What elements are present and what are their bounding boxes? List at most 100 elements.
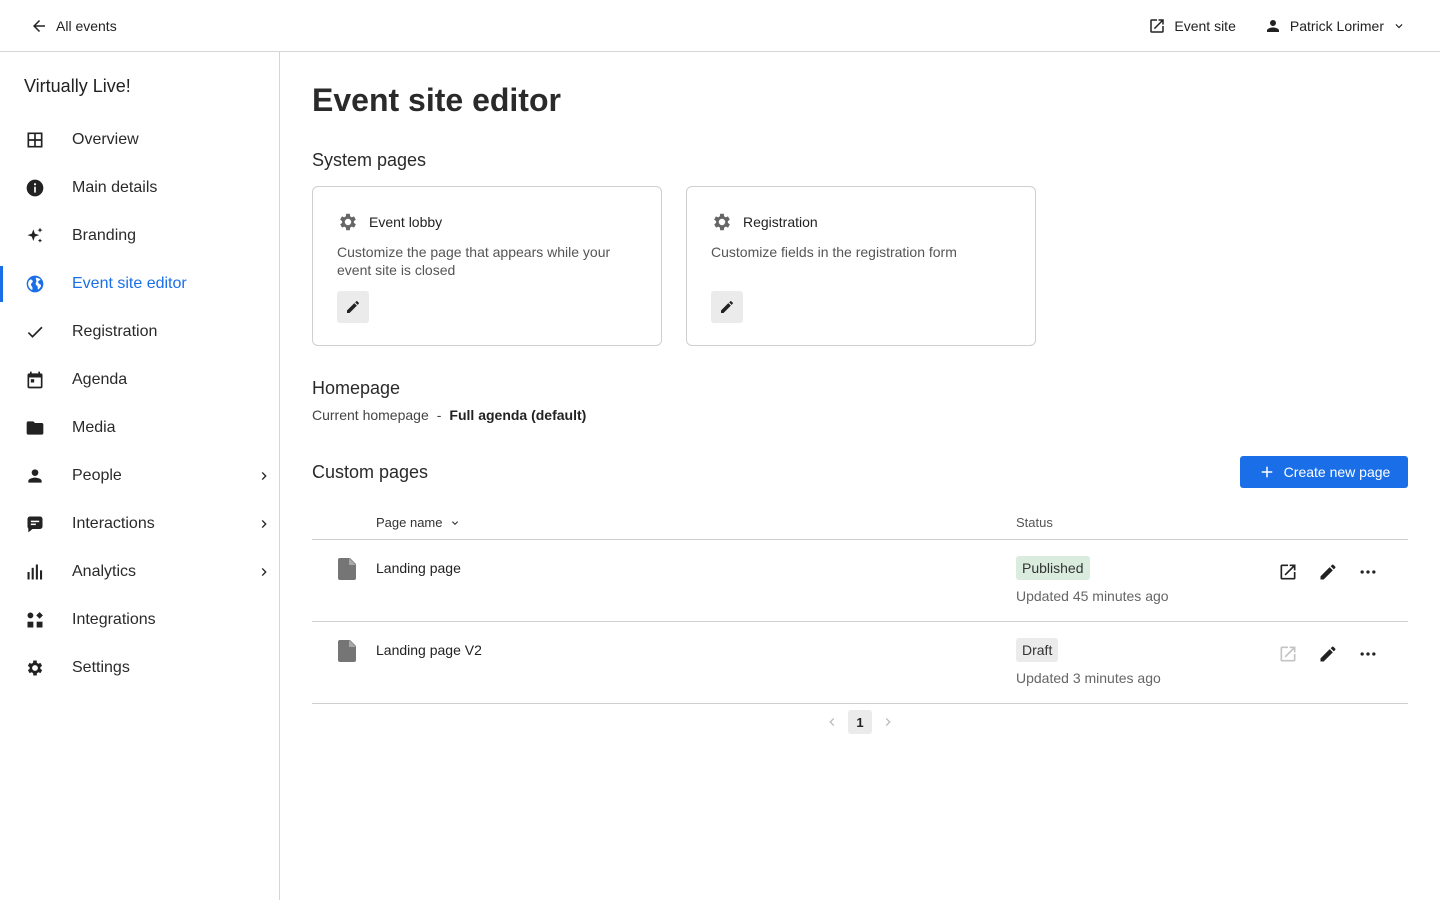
current-homepage-label: Current homepage — [312, 407, 429, 423]
pagination: 1 — [312, 710, 1408, 734]
sidebar-item-main-details[interactable]: Main details — [0, 164, 279, 212]
sidebar-item-label: Agenda — [72, 371, 128, 388]
folder-icon — [24, 418, 46, 438]
updated-time: Updated 3 minutes ago — [1016, 670, 1161, 686]
pencil-icon — [347, 301, 359, 313]
status-badge: Published — [1016, 556, 1090, 580]
page-name: Landing page V2 — [376, 642, 482, 658]
sidebar-item-label: Settings — [72, 659, 130, 676]
sidebar-item-event-site-editor[interactable]: Event site editor — [0, 260, 279, 308]
card-description: Customize fields in the registration for… — [711, 244, 957, 260]
page-name-column-header[interactable]: Page name — [376, 515, 461, 530]
sidebar-item-people[interactable]: People — [0, 452, 279, 500]
event-site-link[interactable]: Event site — [1148, 17, 1236, 35]
calendar-icon — [24, 370, 46, 390]
open-page-button[interactable] — [1277, 561, 1299, 583]
edit-registration-button[interactable] — [711, 291, 743, 323]
sidebar-item-label: People — [72, 467, 122, 484]
gear-icon — [24, 658, 46, 678]
page-title: Event site editor — [312, 82, 561, 118]
chevron-right-icon[interactable] — [880, 714, 896, 730]
chevron-right-icon — [261, 520, 267, 528]
edit-event-lobby-button[interactable] — [337, 291, 369, 323]
pencil-icon — [721, 301, 733, 313]
external-link-icon — [1150, 19, 1165, 33]
event-lobby-card: Event lobby Customize the page that appe… — [312, 186, 662, 346]
chevron-down-icon — [451, 520, 458, 525]
sidebar-item-analytics[interactable]: Analytics — [0, 548, 279, 596]
table-row: Landing page Published Updated 45 minute… — [312, 540, 1408, 622]
top-bar: All events Event site Patrick Lorimer — [0, 0, 1440, 52]
edit-page-button[interactable] — [1317, 561, 1339, 583]
sidebar-item-overview[interactable]: Overview — [0, 116, 279, 164]
more-horizontal-icon — [1360, 652, 1376, 656]
sidebar-item-media[interactable]: Media — [0, 404, 279, 452]
check-icon — [24, 322, 46, 342]
bar-chart-icon — [24, 562, 46, 582]
sidebar-item-label: Analytics — [72, 563, 137, 580]
user-menu[interactable]: Patrick Lorimer — [1264, 17, 1406, 35]
current-homepage-value: Full agenda (default) — [449, 407, 587, 423]
open-page-button-disabled — [1277, 643, 1299, 665]
status-column-header: Status — [1016, 515, 1053, 530]
sidebar-item-label: Main details — [72, 179, 158, 196]
sidebar-item-label: Registration — [72, 323, 158, 340]
more-horizontal-icon — [1360, 570, 1376, 574]
status-badge: Draft — [1016, 638, 1059, 662]
page-name: Landing page — [376, 560, 461, 576]
grid-icon — [24, 130, 46, 150]
card-title: Event lobby — [369, 214, 443, 230]
sidebar-item-integrations[interactable]: Integrations — [0, 596, 279, 644]
sidebar-item-settings[interactable]: Settings — [0, 644, 279, 692]
sidebar-item-interactions[interactable]: Interactions — [0, 500, 279, 548]
document-icon — [338, 558, 356, 580]
gear-icon — [714, 213, 730, 231]
create-new-page-button[interactable]: Create new page — [1240, 456, 1408, 488]
event-name: Virtually Live! — [24, 76, 131, 96]
sparkle-icon — [24, 226, 46, 246]
globe-icon — [24, 274, 46, 294]
table-row: Landing page V2 Draft Updated 3 minutes … — [312, 622, 1408, 704]
user-name: Patrick Lorimer — [1289, 18, 1384, 34]
external-link-icon — [1280, 646, 1296, 662]
external-link-icon — [1280, 564, 1296, 580]
card-title: Registration — [743, 214, 818, 230]
updated-time: Updated 45 minutes ago — [1016, 588, 1169, 604]
separator: - — [436, 407, 442, 423]
card-description: Customize the page that appears while yo… — [337, 244, 611, 278]
more-options-button[interactable] — [1357, 561, 1379, 583]
plus-icon — [1261, 466, 1272, 478]
system-pages-heading: System pages — [312, 150, 427, 170]
pencil-icon — [1320, 646, 1336, 662]
info-icon — [24, 178, 46, 198]
chevron-right-icon — [261, 568, 267, 576]
apps-icon — [24, 610, 46, 630]
chevron-down-icon — [1395, 24, 1403, 29]
person-icon — [24, 466, 46, 486]
pencil-icon — [1320, 564, 1336, 580]
arrow-left-icon — [33, 20, 45, 32]
event-site-label: Event site — [1174, 18, 1236, 34]
more-options-button[interactable] — [1357, 643, 1379, 665]
page-number-current[interactable]: 1 — [848, 710, 872, 734]
sidebar-item-label: Interactions — [72, 515, 155, 532]
sidebar-item-branding[interactable]: Branding — [0, 212, 279, 260]
all-events-label: All events — [56, 18, 117, 34]
sidebar-item-label: Event site editor — [72, 275, 187, 292]
sidebar-item-registration[interactable]: Registration — [0, 308, 279, 356]
sidebar-item-agenda[interactable]: Agenda — [0, 356, 279, 404]
current-homepage: Current homepage - Full agenda (default) — [312, 407, 586, 423]
chevron-left-icon[interactable] — [824, 714, 840, 730]
document-icon — [338, 640, 356, 662]
all-events-link[interactable]: All events — [30, 15, 117, 37]
sidebar-item-label: Branding — [72, 227, 137, 244]
edit-page-button[interactable] — [1317, 643, 1339, 665]
sidebar-item-label: Media — [72, 419, 116, 436]
person-icon — [1266, 20, 1279, 32]
table-header: Page name Status — [312, 506, 1408, 540]
homepage-heading: Homepage — [312, 378, 401, 398]
sidebar-item-label: Overview — [72, 131, 139, 148]
gear-icon — [340, 213, 356, 231]
sidebar-nav: Overview Main details Branding Event sit… — [0, 116, 279, 692]
create-new-page-label: Create new page — [1283, 464, 1391, 480]
